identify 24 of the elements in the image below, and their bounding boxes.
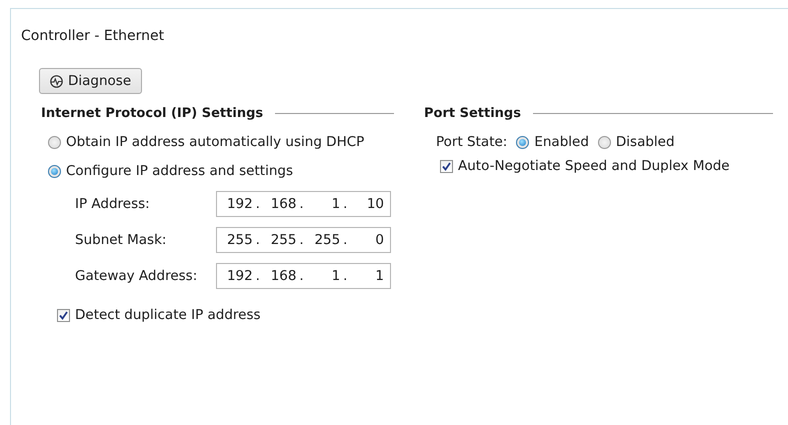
ip-address-field[interactable]: 192 . 168 . 1 . 10 <box>216 191 391 217</box>
ip-address-field[interactable]: 192 . 168 . 1 . 1 <box>216 263 391 289</box>
field-label: Subnet Mask: <box>75 232 168 248</box>
radio-button[interactable] <box>516 136 530 148</box>
radio-button[interactable] <box>48 136 61 148</box>
diagnose-button[interactable]: Diagnose <box>39 68 142 94</box>
checkbox-label[interactable]: Auto-Negotiate Speed and Duplex Mode <box>458 158 730 174</box>
checkbox[interactable] <box>440 160 453 172</box>
radio-button[interactable] <box>48 164 61 178</box>
heartbeat-icon <box>50 74 63 88</box>
radio-label[interactable]: Configure IP address and settings <box>66 163 293 179</box>
radio-label[interactable]: Obtain IP address automatically using DHCP <box>66 134 364 150</box>
field-label: Gateway Address: <box>75 268 198 284</box>
port-state-label: Port State: <box>436 134 508 150</box>
radio-label[interactable]: Enabled <box>534 134 589 150</box>
radio-button[interactable] <box>598 136 611 148</box>
section-heading: Internet Protocol (IP) Settings <box>41 106 264 121</box>
checkbox-label[interactable]: Detect duplicate IP address <box>75 307 261 323</box>
section-heading: Port Settings <box>424 106 521 121</box>
radio-label[interactable]: Disabled <box>616 134 675 150</box>
field-label: IP Address: <box>75 196 151 212</box>
panel-title: Controller - Ethernet <box>21 28 166 44</box>
checkbox[interactable] <box>57 308 70 322</box>
ip-address-field[interactable]: 255 . 255 . 255 . 0 <box>216 227 391 253</box>
